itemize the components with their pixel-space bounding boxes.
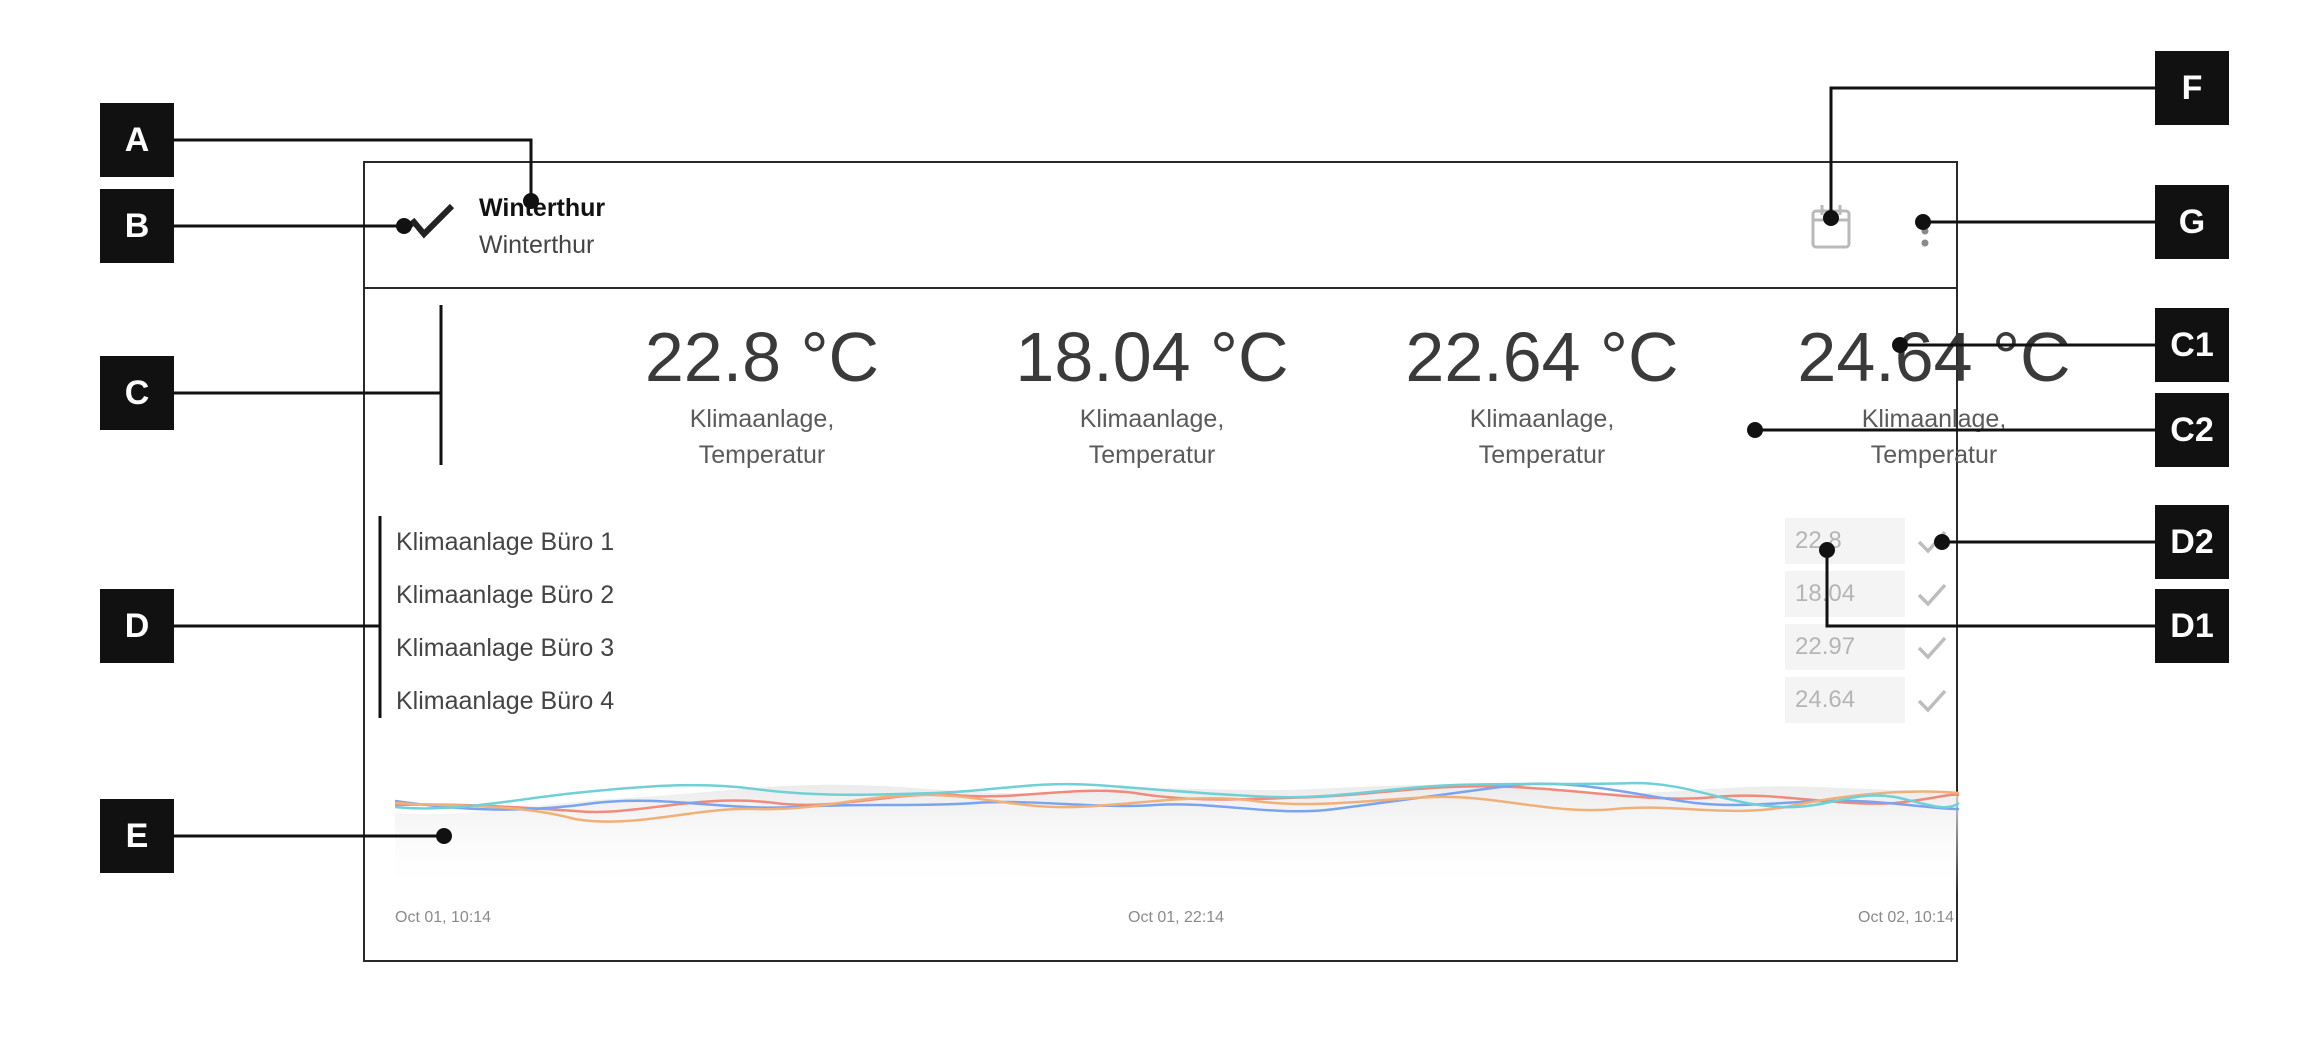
annotation-label-a: A (100, 103, 174, 177)
entity-value-input[interactable] (1785, 677, 1905, 723)
annotation-label-d2: D2 (2155, 505, 2229, 579)
check-icon[interactable] (1915, 630, 1949, 664)
entity-value-input[interactable] (1785, 624, 1905, 670)
stat-value: 22.64 °C (1405, 318, 1679, 396)
stat-item: 22.8 °C Klimaanlage, Temperatur (572, 317, 952, 473)
entity-row: Klimaanlage Büro 1 (365, 518, 1956, 570)
stat-item: 22.64 °C Klimaanlage, Temperatur (1352, 317, 1732, 473)
calendar-icon[interactable] (1809, 203, 1853, 251)
check-icon[interactable] (1915, 683, 1949, 717)
annotation-label-d1: D1 (2155, 589, 2229, 663)
stat-label: Klimaanlage, Temperatur (1861, 405, 2007, 469)
chart-x-label: Oct 01, 22:14 (1128, 909, 1225, 926)
annotation-label-f: F (2155, 51, 2229, 125)
stat-item: 18.04 °C Klimaanlage, Temperatur (962, 317, 1342, 473)
chart-x-label: Oct 02, 10:14 (1858, 909, 1955, 926)
annotation-label-c: C (100, 356, 174, 430)
stat-label: Klimaanlage, Temperatur (1079, 405, 1225, 469)
card-title: Winterthur (479, 194, 606, 222)
entity-row: Klimaanlage Büro 2 (365, 571, 1956, 623)
stat-item: 24.64 °C Klimaanlage, Temperatur (1744, 317, 2124, 473)
annotation-label-e: E (100, 799, 174, 873)
entity-value-input[interactable] (1785, 571, 1905, 617)
stats-row: 22.8 °C Klimaanlage, Temperatur 18.04 °C … (365, 289, 2071, 489)
stat-value: 18.04 °C (1015, 318, 1289, 396)
stat-label: Klimaanlage, Temperatur (689, 405, 835, 469)
entity-name: Klimaanlage Büro 3 (396, 634, 615, 662)
entity-name: Klimaanlage Büro 1 (396, 528, 615, 556)
stat-value: 22.8 °C (644, 318, 880, 396)
trend-chart-icon (402, 203, 455, 239)
chart-x-label: Oct 01, 10:14 (395, 909, 492, 926)
history-chart (395, 781, 1959, 893)
entity-name: Klimaanlage Büro 4 (396, 687, 615, 715)
entity-name: Klimaanlage Büro 2 (396, 581, 615, 609)
annotation-label-c1: C1 (2155, 308, 2229, 382)
check-icon[interactable] (1915, 524, 1949, 558)
stat-value: 24.64 °C (1797, 318, 2071, 396)
entity-value-input[interactable] (1785, 518, 1905, 564)
annotation-label-c2: C2 (2155, 393, 2229, 467)
card-header: Winterthur Winterthur (365, 163, 1956, 289)
entity-row: Klimaanlage Büro 3 (365, 624, 1956, 676)
entity-row: Klimaanlage Büro 4 (365, 677, 1956, 729)
annotation-label-b: B (100, 189, 174, 263)
sensor-card: Winterthur Winterthur 22.8 °C Klimaanlag… (363, 161, 2071, 962)
more-vertical-icon[interactable] (1915, 211, 1935, 251)
card-subtitle: Winterthur (479, 231, 595, 259)
annotation-label-d: D (100, 589, 174, 663)
check-icon[interactable] (1915, 577, 1949, 611)
stat-label: Klimaanlage, Temperatur (1469, 405, 1615, 469)
annotation-label-g: G (2155, 185, 2229, 259)
